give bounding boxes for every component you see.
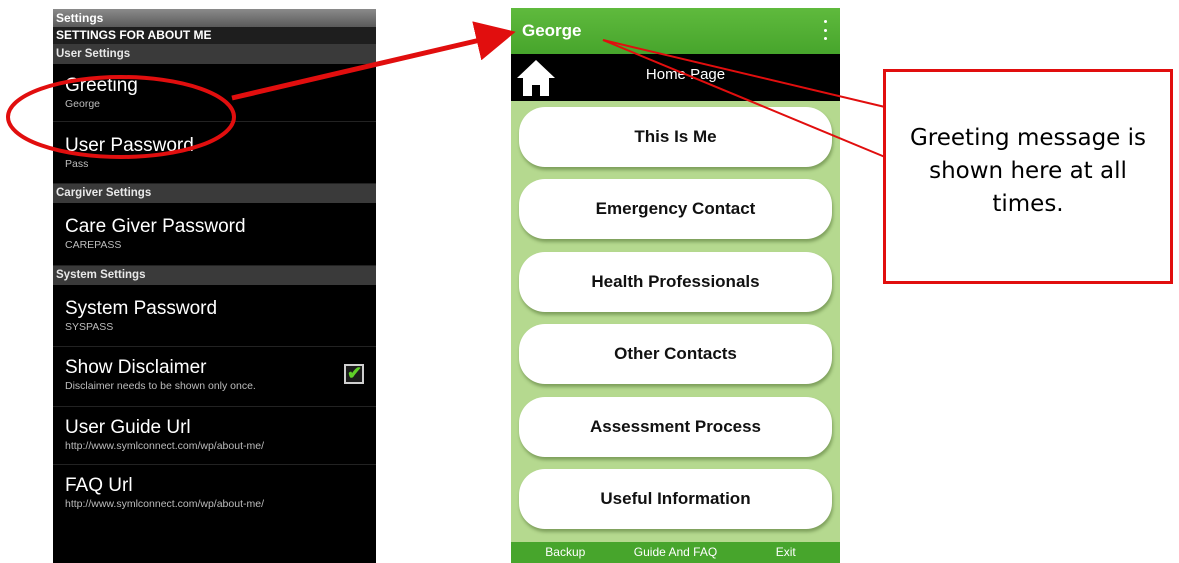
callout-pointer-upper [602, 39, 886, 108]
annotation-overlay [6, 21, 886, 159]
callout-pointer-lower [602, 39, 886, 158]
arrow-to-greeting [231, 21, 516, 101]
highlight-ellipse [6, 75, 236, 159]
